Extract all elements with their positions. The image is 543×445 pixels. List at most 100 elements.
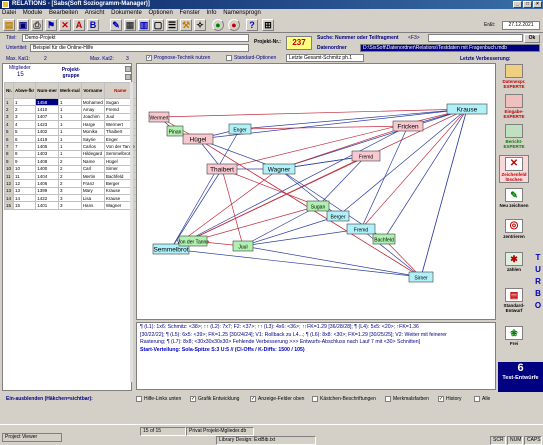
menu-item[interactable]: Info [207, 10, 217, 16]
col-nr[interactable]: Nr. [3, 82, 15, 99]
letzte-field[interactable]: Letzte Gesamt-Schmitz ph.1 [286, 54, 364, 62]
menu-item[interactable]: Ansicht [85, 10, 105, 16]
menu-item[interactable]: Namensprogn [223, 10, 261, 16]
page-icon[interactable]: ▢ [152, 19, 164, 31]
close-button[interactable]: × [533, 1, 542, 8]
vertical-scrollbar[interactable] [130, 82, 133, 382]
table-row[interactable]: 7 7 1405 1 Carlos Von der Tanne [3, 142, 137, 151]
center-button[interactable]: ◎ zentrieren [499, 218, 529, 246]
member-node[interactable]: Berger [326, 210, 350, 222]
data-expert-button[interactable]: Datenexpr. EXPERTE [499, 63, 529, 91]
sociogram-canvas[interactable]: Krause Fremd Enger Fricken Hügel Thaibert Wagn… [136, 63, 496, 320]
hilfe-links-checkbox[interactable]: Hilfe-Links unten [136, 396, 181, 402]
member-node[interactable]: Von der Tanne [177, 235, 209, 247]
table-row[interactable]: 3 3 1407 1 Joachim Juul [3, 112, 137, 122]
print-icon[interactable]: ⎙ [31, 19, 43, 31]
checkbox-box[interactable]: ✓ [438, 396, 444, 402]
untertitel-field[interactable]: Beispiel für die Online-Hilfe [30, 44, 249, 52]
table-row[interactable]: 15 15 1401 3 Hans Wagner [3, 201, 137, 210]
alle-checkbox[interactable]: Alle [474, 396, 490, 402]
checkbox-box[interactable]: ✓ [250, 396, 256, 402]
member-node[interactable]: Krause [446, 103, 488, 115]
maximize-button[interactable]: □ [523, 1, 532, 8]
table-row[interactable]: 4 4 1423 1 Harge Wermert [3, 120, 137, 129]
member-node[interactable]: Bachfeld [372, 233, 396, 245]
member-node[interactable]: Hügel [182, 133, 214, 145]
member-node[interactable]: Fremd [351, 150, 381, 162]
anzeige-felder-checkbox[interactable]: ✓ Anzeige-Felder oben [250, 396, 304, 402]
menu-item[interactable]: Bearbeiten [49, 10, 78, 16]
member-node[interactable]: Wermert [148, 111, 170, 123]
projekt-nr-field[interactable]: 237 [286, 36, 312, 50]
free-button[interactable]: ❀ Frei [499, 325, 529, 353]
help-icon[interactable]: ? [246, 19, 258, 31]
member-node[interactable]: Enger [228, 123, 252, 135]
table-row[interactable]: 12 12 1406 2 Franz Berger [3, 179, 137, 188]
list-icon[interactable]: ☰ [166, 19, 178, 31]
menu-item[interactable]: Module [23, 10, 43, 16]
count-button[interactable]: ✱ zählen [499, 251, 529, 279]
report-expert-button[interactable]: Bericht-EXPERTE [499, 123, 529, 151]
grid-icon[interactable]: ▦ [124, 19, 136, 31]
hammer-icon[interactable]: ⚒ [180, 19, 192, 31]
exit-icon[interactable]: ⊞ [262, 19, 274, 31]
flag-icon[interactable]: ⚑ [45, 19, 57, 31]
bold-icon[interactable]: B [87, 19, 99, 31]
table-row[interactable]: 6 6 1419 1 Sayrie Enger [3, 134, 137, 144]
redraw-button[interactable]: ✎ Neu zeichnen [499, 187, 529, 215]
input-expert-button[interactable]: Eingabe-EXPERTE [499, 93, 529, 121]
menu-item[interactable]: Optionen [148, 10, 172, 16]
sort-icon[interactable] [125, 74, 131, 80]
text-a-icon[interactable]: A [73, 19, 85, 31]
checkbox-box[interactable] [136, 396, 142, 402]
table-row[interactable]: 2 2 1410 1 Amay Fremd [3, 105, 137, 114]
grafik-entwicklung-checkbox[interactable]: ✓ Grafik Entwicklung [190, 396, 239, 402]
delete-icon[interactable]: ✕ [59, 19, 71, 31]
edit-icon[interactable]: ✎ [110, 19, 122, 31]
suche-field[interactable] [428, 34, 523, 42]
suche-go-button[interactable]: Ok [524, 34, 540, 43]
col-abwe[interactable]: Abwe-fkr [13, 82, 37, 99]
table-row[interactable]: 1 1 1458 1 Mohamed Sugan [3, 97, 137, 107]
table-row[interactable]: 11 11 1404 2 Mertin Bachfeld [3, 171, 137, 181]
checkbox-box[interactable] [312, 396, 318, 402]
col-vorname[interactable]: Vorname [80, 82, 105, 99]
lock-icon[interactable] [125, 66, 131, 72]
member-node[interactable]: Juul [232, 240, 254, 252]
folder-icon[interactable]: ▤ [3, 19, 15, 31]
member-node[interactable]: Thaibert [206, 163, 238, 175]
project-viewer-tab[interactable]: Project Viewer [2, 433, 62, 442]
member-node[interactable]: Sirner [408, 271, 434, 283]
checkbox-box[interactable] [474, 396, 480, 402]
table-row[interactable]: 5 5 1402 1 Monika Thaibert [3, 127, 137, 136]
checkbox-box[interactable]: ✓ [190, 396, 196, 402]
table-row[interactable]: 8 8 1403 1 Hildegard Semmelbrot [3, 149, 137, 159]
datenordner-field[interactable]: D:\SixSoft\Datenordner\Relations\Testdat… [360, 44, 540, 52]
table-row[interactable]: 14 14 1422 3 Lisa Krause [3, 194, 137, 203]
chart-icon[interactable]: ▥ [138, 19, 150, 31]
kaestchen-checkbox[interactable]: Kästchen-Beschriftungen [312, 396, 376, 402]
standard-draft-button[interactable]: ▤ Standard-Entwurf [499, 287, 529, 315]
member-node[interactable]: Pinan [166, 125, 184, 137]
checkbox-box[interactable] [385, 396, 391, 402]
history-checkbox[interactable]: ✓ History [438, 396, 462, 402]
col-merkmal[interactable]: Merk-mal [58, 82, 82, 99]
prognose-checkbox[interactable]: ✓ Prognose-Technik nutzen [146, 55, 210, 61]
titel-field[interactable]: Demo-Projekt [22, 34, 249, 42]
minimize-button[interactable]: _ [513, 1, 522, 8]
merkmalsfarben-checkbox[interactable]: Merkmalsfarben [385, 396, 429, 402]
table-row[interactable]: 13 13 1399 3 Mary Krause [3, 186, 137, 196]
table-row[interactable]: 10 10 1400 2 Carl Sirner [3, 164, 137, 173]
menu-item[interactable]: Fenster [180, 10, 200, 16]
test-drafts-button[interactable]: 6 Test-Entwürfe [498, 362, 543, 392]
go-green-icon[interactable]: ● [212, 19, 224, 31]
table-row[interactable]: 9 9 1408 2 Name Hügel [3, 157, 137, 166]
member-node[interactable]: Sugan [306, 200, 330, 212]
tools-icon[interactable]: ✧ [194, 19, 206, 31]
menu-item[interactable]: Dokumente [111, 10, 142, 16]
member-node[interactable]: Wagner [262, 163, 296, 175]
col-nummer[interactable]: Num-mer [35, 82, 60, 99]
date-field[interactable]: 27.12.2021 [502, 21, 540, 30]
stop-red-icon[interactable]: ● [228, 19, 240, 31]
menu-item[interactable]: Datei [2, 10, 16, 16]
